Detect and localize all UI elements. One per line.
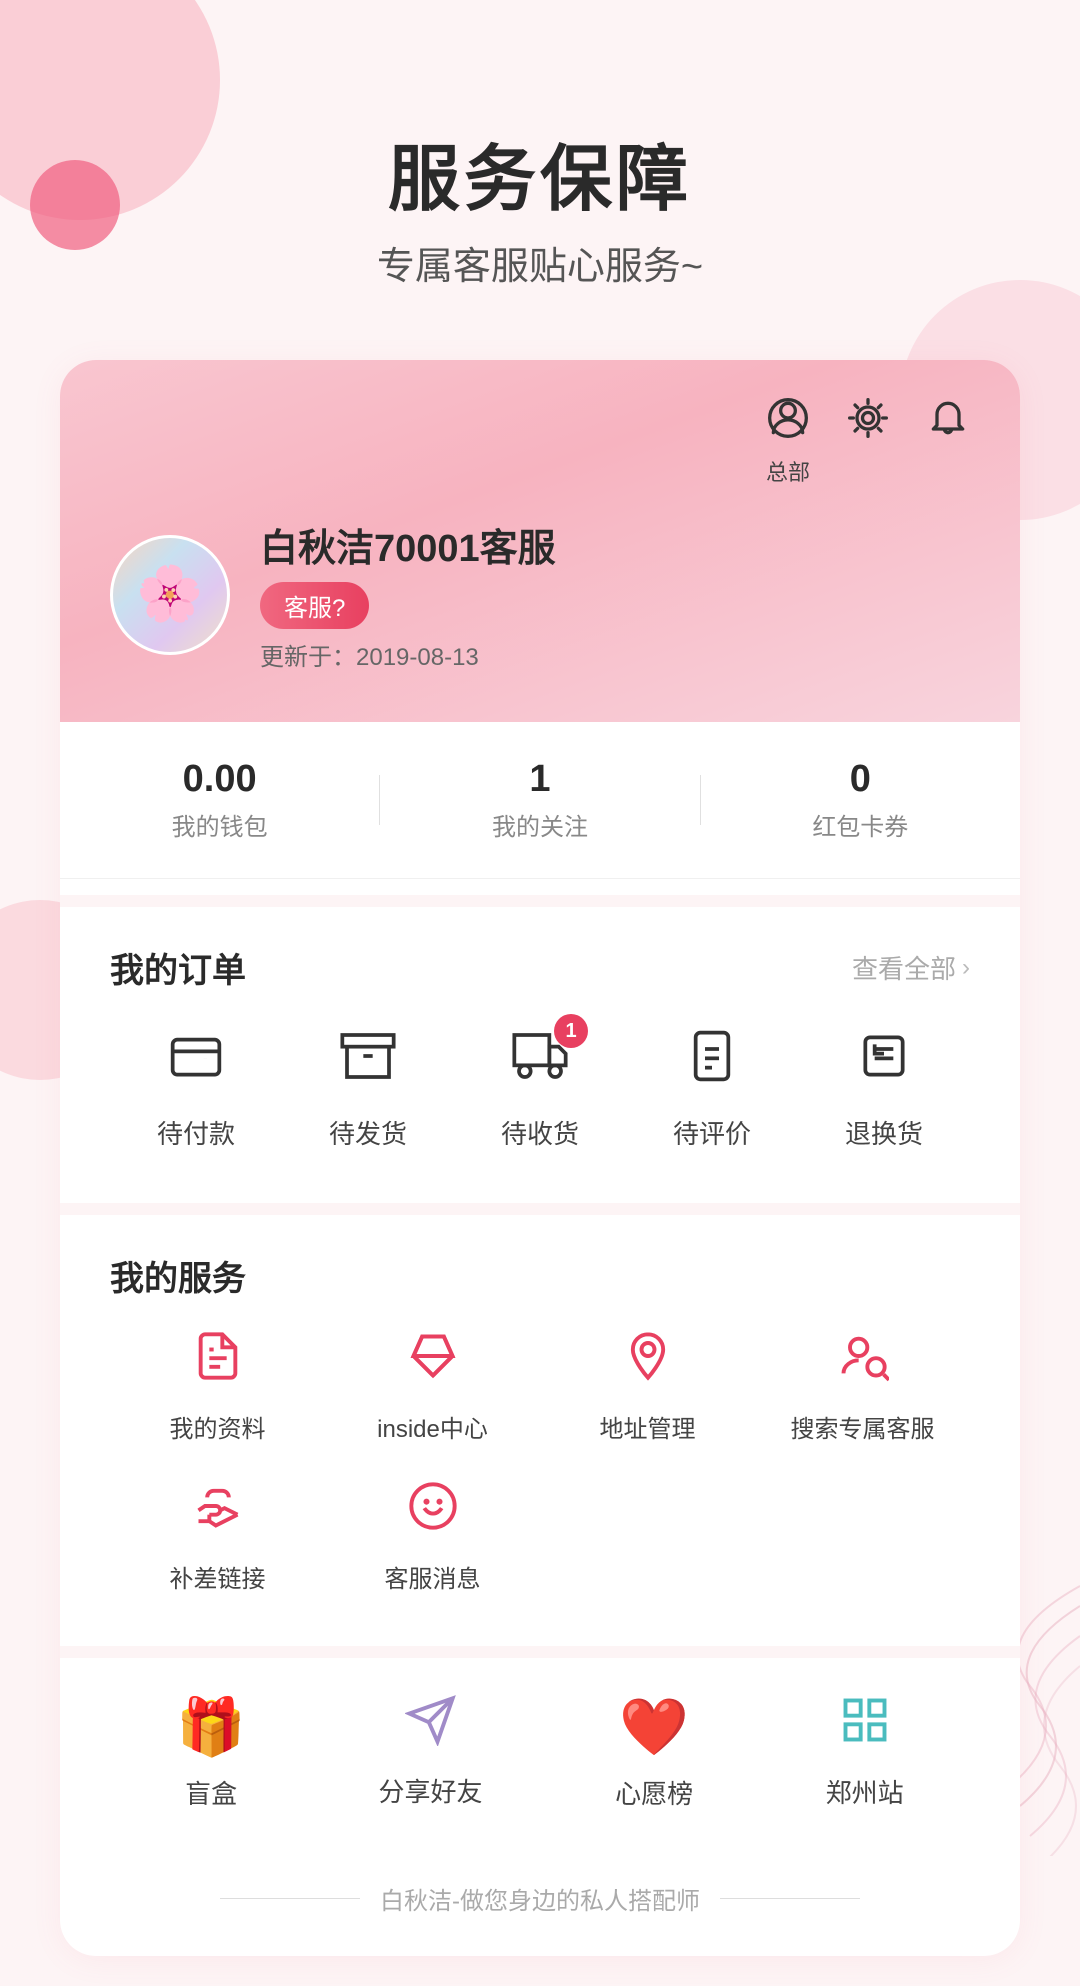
wallet-icon [168, 1028, 224, 1097]
orders-section: 我的订单 查看全部 › 待付款 [60, 895, 1020, 1187]
footer-tagline: 白秋洁-做您身边的私人搭配师 [60, 1851, 1020, 1956]
shortcuts-section: 🎁 盲盒 分享好友 ❤️ 心愿榜 [60, 1646, 1020, 1851]
services-title: 我的服务 [110, 1251, 246, 1300]
orders-view-all-button[interactable]: 查看全部 › [852, 949, 970, 986]
order-item-pending-review[interactable]: 待评价 [672, 1022, 752, 1151]
service-label-address: 地址管理 [600, 1409, 696, 1444]
stat-following-label: 我的关注 [380, 807, 699, 842]
shortcut-wishlist-label: 心愿榜 [615, 1774, 693, 1811]
file-list-icon [192, 1330, 244, 1395]
order-item-pending-payment[interactable]: 待付款 [156, 1022, 236, 1151]
order-label-receive: 待收货 [501, 1114, 579, 1151]
service-label-profile: 我的资料 [170, 1409, 266, 1444]
hand-coin-icon [192, 1480, 244, 1545]
search-person-icon [837, 1330, 889, 1395]
order-item-return[interactable]: 退换货 [844, 1022, 924, 1151]
orders-header: 我的订单 查看全部 › [110, 943, 970, 992]
settings-button[interactable] [846, 396, 890, 451]
services-grid: 我的资料 inside中心 [110, 1330, 970, 1594]
shortcut-zhengzhou[interactable]: 郑州站 [826, 1694, 904, 1811]
stat-coupons-label: 红包卡券 [701, 807, 1020, 842]
profile-text: 白秋洁70001客服 客服? 更新于：2019-08-13 [260, 517, 970, 672]
order-icon-wrap-receive: 1 [500, 1022, 580, 1102]
user-circle-icon [766, 396, 810, 451]
footer-tagline-text: 白秋洁-做您身边的私人搭配师 [380, 1881, 700, 1916]
order-icon-wrap-return [844, 1022, 924, 1102]
building-icon [839, 1694, 891, 1759]
service-item-search-cs[interactable]: 搜索专属客服 [755, 1330, 970, 1444]
footer-line-left [220, 1898, 360, 1899]
shortcut-share-label: 分享好友 [379, 1772, 483, 1809]
service-item-profile[interactable]: 我的资料 [110, 1330, 325, 1444]
service-item-cs-message[interactable]: 客服消息 [325, 1480, 540, 1594]
headquarters-label: 总部 [766, 455, 810, 487]
smile-chat-icon [407, 1480, 459, 1545]
orders-icons-row: 待付款 待发货 [110, 1022, 970, 1151]
stat-following[interactable]: 1 我的关注 [380, 758, 699, 842]
footer-line-right [720, 1898, 860, 1899]
return-icon [856, 1028, 912, 1097]
shortcut-zhengzhou-label: 郑州站 [826, 1773, 904, 1810]
order-label-return: 退换货 [845, 1114, 923, 1151]
main-card: 总部 [60, 360, 1020, 1956]
header-title: 服务保障 [0, 120, 1080, 225]
header-subtitle: 专属客服贴心服务~ [0, 235, 1080, 290]
service-label-cs-message: 客服消息 [385, 1559, 481, 1594]
location-icon [622, 1330, 674, 1395]
profile-badge: 客服? [260, 582, 369, 629]
stat-coupons-value: 0 [701, 758, 1020, 801]
stat-coupons[interactable]: 0 红包卡券 [701, 758, 1020, 842]
order-item-pending-receive[interactable]: 1 待收货 [500, 1022, 580, 1151]
heart-icon: ❤️ [619, 1694, 689, 1760]
shortcut-share[interactable]: 分享好友 [379, 1694, 483, 1811]
bell-icon [926, 396, 970, 451]
chevron-right-icon: › [962, 954, 970, 982]
top-icons-row: 总部 [110, 396, 970, 487]
avatar: 🌸 [110, 535, 230, 655]
orders-title: 我的订单 [110, 943, 246, 992]
order-icon-wrap-payment [156, 1022, 236, 1102]
service-label-inside: inside中心 [377, 1409, 488, 1444]
stat-wallet-value: 0.00 [60, 758, 379, 801]
services-header: 我的服务 [110, 1251, 970, 1300]
services-section: 我的服务 我的资料 [60, 1203, 1020, 1630]
order-label-payment: 待付款 [157, 1114, 235, 1151]
service-item-inside[interactable]: inside中心 [325, 1330, 540, 1444]
stats-section: 0.00 我的钱包 1 我的关注 0 红包卡券 [60, 722, 1020, 879]
diamond-icon [407, 1330, 459, 1395]
notifications-button[interactable] [926, 396, 970, 451]
service-item-supplement[interactable]: 补差链接 [110, 1480, 325, 1594]
shortcut-blind-box[interactable]: 🎁 盲盒 [176, 1694, 246, 1811]
profile-info: 🌸 白秋洁70001客服 客服? 更新于：2019-08-13 [110, 517, 970, 672]
order-icon-wrap-review [672, 1022, 752, 1102]
order-badge-receive: 1 [554, 1014, 588, 1048]
service-item-address[interactable]: 地址管理 [540, 1330, 755, 1444]
profile-update-date: 更新于：2019-08-13 [260, 637, 970, 672]
stat-wallet-label: 我的钱包 [60, 807, 379, 842]
profile-name: 白秋洁70001客服 [260, 517, 970, 572]
service-label-supplement: 补差链接 [170, 1559, 266, 1594]
stat-following-value: 1 [380, 758, 699, 801]
stat-wallet[interactable]: 0.00 我的钱包 [60, 758, 379, 842]
share-icon [405, 1694, 457, 1758]
settings-icon [846, 396, 890, 451]
shortcut-blind-box-label: 盲盒 [185, 1774, 237, 1811]
box-icon [340, 1028, 396, 1097]
header-section: 服务保障 专属客服贴心服务~ [0, 0, 1080, 330]
order-icon-wrap-ship [328, 1022, 408, 1102]
order-label-review: 待评价 [673, 1114, 751, 1151]
gift-icon: 🎁 [176, 1694, 246, 1760]
order-label-ship: 待发货 [329, 1114, 407, 1151]
headquarters-button[interactable]: 总部 [766, 396, 810, 487]
profile-section: 总部 [60, 360, 1020, 722]
clipboard-icon [684, 1028, 740, 1097]
service-label-search-cs: 搜索专属客服 [791, 1409, 935, 1444]
order-item-pending-ship[interactable]: 待发货 [328, 1022, 408, 1151]
shortcut-wishlist[interactable]: ❤️ 心愿榜 [615, 1694, 693, 1811]
